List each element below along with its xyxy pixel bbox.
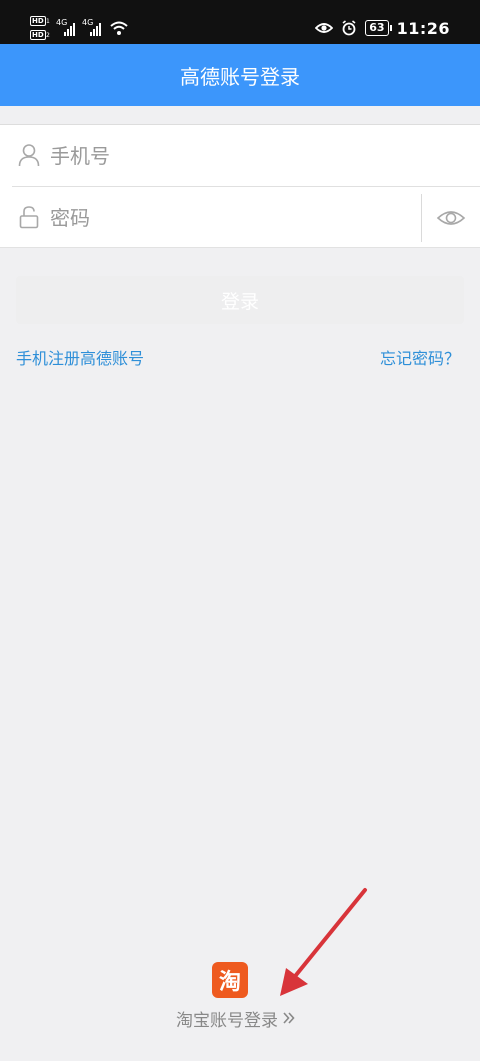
lock-icon — [19, 206, 39, 229]
phone-field-row — [0, 125, 480, 187]
signal-icon-2 — [90, 22, 104, 36]
password-input[interactable] — [50, 199, 410, 237]
forgot-password-link[interactable]: 忘记密码？ — [380, 345, 460, 369]
register-link[interactable]: 手机注册高德账号 — [16, 345, 144, 369]
status-bar: HD 1 HD 2 4G 4G 63 11:26 — [0, 0, 480, 44]
sim-1-label: 1 — [46, 18, 50, 25]
password-field-row — [0, 187, 480, 249]
annotation-arrow — [280, 888, 367, 996]
hd-badge-2: HD — [30, 30, 46, 40]
title-bar: 高德账号登录 — [0, 44, 480, 106]
page-title: 高德账号登录 — [180, 64, 300, 89]
taobao-login-label: 淘宝账号登录 — [176, 1010, 278, 1031]
user-icon — [18, 144, 40, 167]
taobao-login-link[interactable]: 淘宝账号登录 — [176, 1005, 296, 1031]
alarm-icon — [342, 20, 356, 36]
taobao-logo-char: 淘 — [218, 970, 241, 995]
status-right: 63 11:26 — [315, 16, 450, 40]
eye-icon[interactable] — [436, 205, 466, 231]
status-time: 11:26 — [396, 18, 450, 38]
login-form — [0, 124, 480, 248]
taobao-logo[interactable]: 淘 — [212, 962, 248, 998]
eye-comfort-icon — [315, 23, 334, 33]
wifi-icon — [110, 21, 128, 35]
battery-indicator: 63 — [365, 20, 392, 36]
phone-input[interactable] — [50, 137, 410, 175]
signal-icon-1 — [64, 22, 78, 36]
eye-separator — [421, 194, 422, 242]
double-chevron-right-icon — [283, 1012, 295, 1024]
hd-badge-1: HD — [30, 16, 46, 26]
sim-2-label: 2 — [46, 32, 50, 39]
login-button[interactable]: 登录 — [16, 276, 464, 324]
